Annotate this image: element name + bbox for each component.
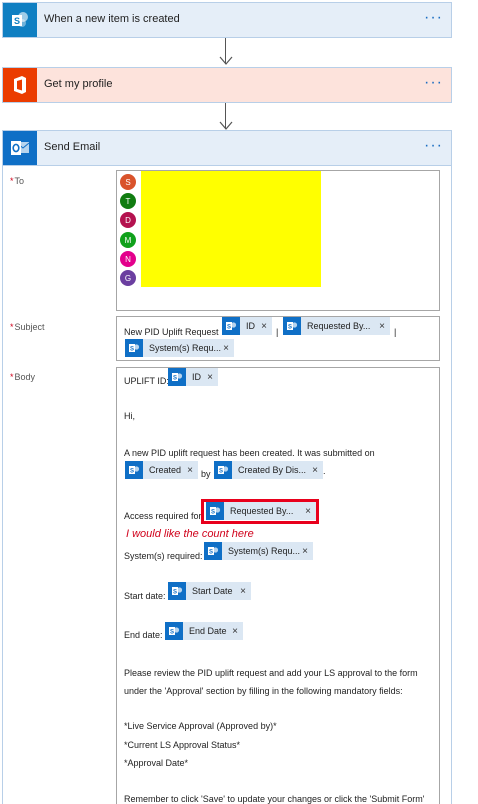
remove-token-icon[interactable]: × (261, 321, 272, 332)
body-uplift-label: UPLIFT ID: (124, 376, 169, 386)
sharepoint-icon: S (125, 461, 143, 479)
body-start-date-token[interactable]: S Start Date × (168, 582, 251, 600)
body-uplift-id-token[interactable]: S ID × (168, 368, 218, 386)
token-label: System(s) Requ... (228, 546, 301, 556)
body-systems-label: System(s) required: (124, 551, 203, 561)
token-label: Created By Dis... (238, 465, 307, 475)
flow-connector-arrow (219, 103, 233, 133)
svg-text:S: S (209, 550, 213, 556)
remove-token-icon[interactable]: × (223, 343, 234, 354)
body-access-label: Access required for (124, 511, 202, 521)
body-start-label: Start date: (124, 591, 166, 601)
to-recipients-field[interactable]: STDMNG (116, 170, 440, 311)
outlook-tile (3, 131, 37, 165)
sharepoint-tile: S (3, 3, 37, 37)
svg-text:S: S (288, 325, 292, 331)
get-profile-step-title[interactable]: Get my profile (44, 78, 112, 90)
remove-token-icon[interactable]: × (187, 465, 198, 476)
subject-field-label: *Subject (10, 322, 45, 332)
recipient-avatar[interactable]: G (120, 270, 136, 286)
subject-separator: | (276, 327, 279, 337)
recipient-avatar[interactable]: S (120, 174, 136, 190)
sharepoint-icon: S (222, 317, 240, 335)
sharepoint-icon: S (168, 582, 186, 600)
send-email-step-title[interactable]: Send Email (44, 141, 100, 153)
office-tile (3, 68, 37, 102)
token-label: Created (149, 465, 182, 475)
get-profile-step-card[interactable]: Get my profile ··· (2, 67, 452, 103)
svg-text:S: S (14, 16, 20, 26)
recipient-avatar[interactable]: T (120, 193, 136, 209)
outlook-icon (11, 141, 30, 155)
sharepoint-icon: S (214, 461, 232, 479)
annotation-note: I would like the count here (126, 528, 254, 540)
remove-token-icon[interactable]: × (207, 372, 218, 383)
recipient-avatar[interactable]: M (120, 232, 136, 248)
svg-text:S: S (130, 347, 134, 353)
token-label: ID (246, 321, 255, 331)
token-label: ID (192, 372, 201, 382)
remove-token-icon[interactable]: × (232, 626, 243, 637)
sharepoint-icon: S (168, 368, 186, 386)
sharepoint-icon: S (165, 622, 183, 640)
body-required-field-3: *Approval Date* (124, 758, 189, 768)
subject-separator: | (394, 327, 397, 337)
body-end-label: End date: (124, 630, 163, 640)
svg-text:S: S (219, 469, 223, 475)
get-profile-more-menu-icon[interactable]: ··· (424, 74, 443, 92)
svg-text:S: S (170, 630, 174, 636)
trigger-more-menu-icon[interactable]: ··· (424, 9, 443, 27)
body-systems-token[interactable]: S System(s) Requ... × (204, 542, 313, 560)
recipient-avatar[interactable]: D (120, 212, 136, 228)
body-field[interactable] (116, 367, 440, 804)
body-created-by-token[interactable]: S Created By Dis... × (214, 461, 323, 479)
body-review-line-1: Please review the PID uplift request and… (124, 668, 418, 678)
svg-text:S: S (130, 469, 134, 475)
token-label: End Date (189, 626, 227, 636)
remove-token-icon[interactable]: × (240, 586, 251, 597)
annotation-highlight-box (201, 499, 319, 524)
token-label: System(s) Requ... (149, 343, 222, 353)
subject-prefix-text: New PID Uplift Request (124, 327, 219, 337)
body-end-date-token[interactable]: S End Date × (165, 622, 243, 640)
subject-requested-by-token[interactable]: S Requested By... × (283, 317, 390, 335)
body-required-field-2: *Current LS Approval Status* (124, 740, 241, 750)
redacted-recipients-block (141, 171, 321, 287)
trigger-step-card[interactable]: S When a new item is created ··· (2, 2, 452, 38)
svg-text:S: S (227, 325, 231, 331)
token-label: Requested By... (307, 321, 371, 331)
subject-systems-token[interactable]: S System(s) Requ... × (125, 339, 234, 357)
svg-text:S: S (173, 590, 177, 596)
token-label: Start Date (192, 586, 233, 596)
trigger-step-title[interactable]: When a new item is created (44, 13, 180, 25)
flow-connector-arrow (219, 38, 233, 68)
send-email-more-menu-icon[interactable]: ··· (424, 137, 443, 155)
sharepoint-icon: S (204, 542, 222, 560)
sharepoint-icon: S (12, 12, 28, 27)
sharepoint-icon: S (283, 317, 301, 335)
body-field-label: *Body (10, 372, 36, 382)
body-reminder-text: Remember to click 'Save' to update your … (124, 794, 425, 804)
body-created-token[interactable]: S Created × (125, 461, 198, 479)
body-review-line-2: under the 'Approval' section by filling … (124, 686, 403, 696)
subject-id-token[interactable]: S ID × (222, 317, 272, 335)
to-field-label: *To (10, 176, 25, 186)
body-by-text: by (201, 469, 211, 479)
sharepoint-icon: S (125, 339, 143, 357)
office-icon (14, 76, 26, 94)
svg-text:S: S (173, 376, 177, 382)
remove-token-icon[interactable]: × (312, 465, 323, 476)
remove-token-icon[interactable]: × (379, 321, 390, 332)
send-email-step-card[interactable]: Send Email ··· (2, 130, 452, 166)
body-period: . (323, 466, 326, 476)
remove-token-icon[interactable]: × (302, 546, 313, 557)
body-intro-text: A new PID uplift request has been create… (124, 448, 375, 458)
body-required-field-1: *Live Service Approval (Approved by)* (124, 721, 277, 731)
body-greeting: Hi, (124, 411, 135, 421)
recipient-avatar[interactable]: N (120, 251, 136, 267)
